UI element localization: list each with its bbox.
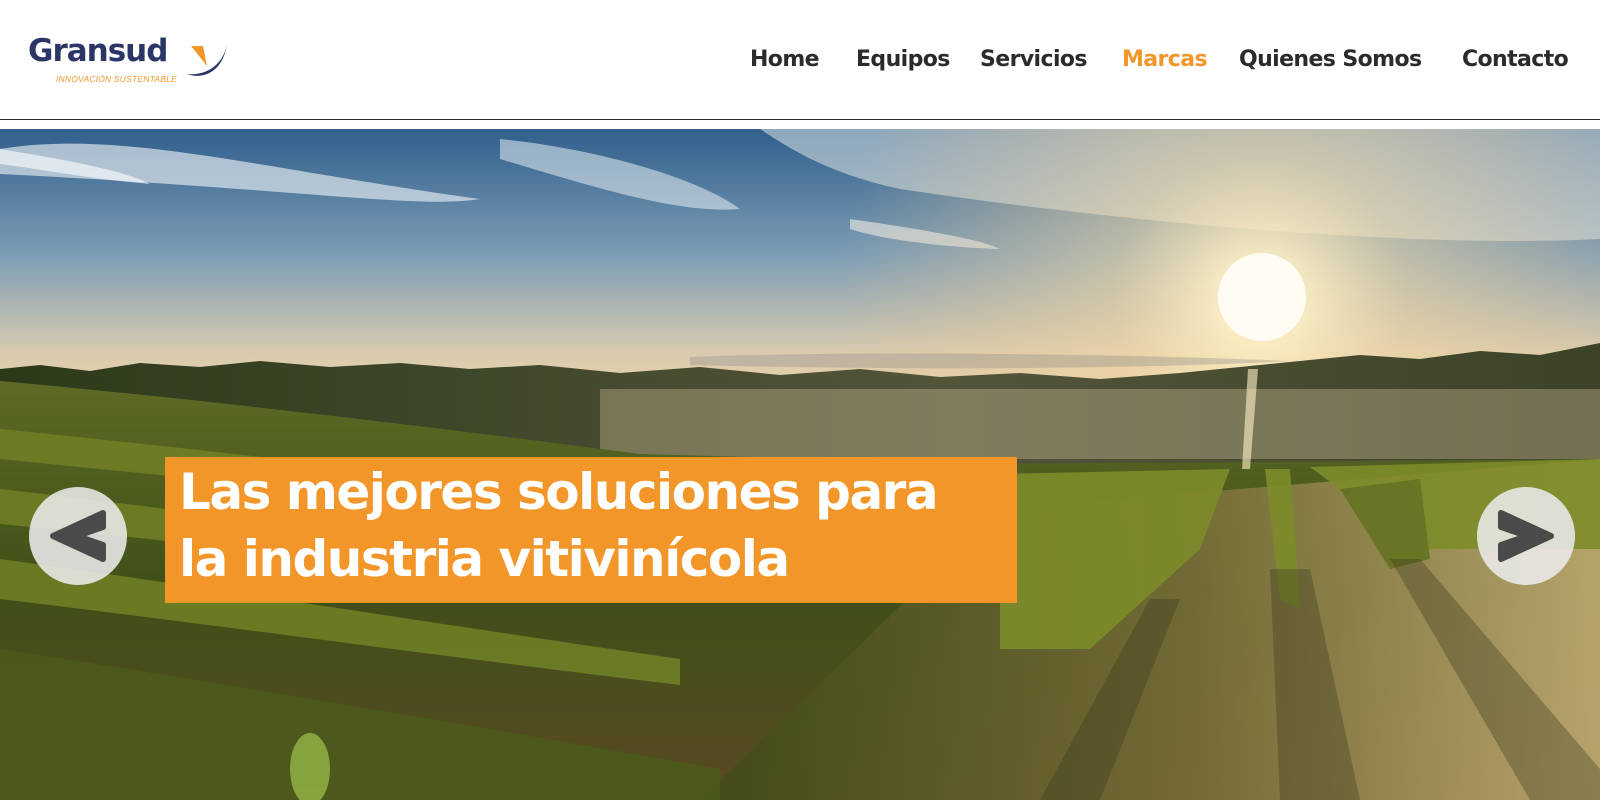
nav-item-equipos[interactable]: Equipos <box>856 42 950 78</box>
hero-headline-line-1: Las mejores soluciones para <box>179 463 939 521</box>
chevron-right-icon <box>1498 510 1554 562</box>
nav-item-contacto[interactable]: Contacto <box>1462 42 1569 78</box>
slider-next-button[interactable] <box>1477 487 1575 585</box>
hero-slider: Las mejores soluciones para la industria… <box>0 129 1600 800</box>
chevron-left-icon <box>50 510 106 562</box>
nav-item-quienes-somos[interactable]: Quienes Somos <box>1239 42 1422 78</box>
main-nav: Home Equipos Servicios Marcas Quienes So… <box>0 42 1600 78</box>
slider-prev-button[interactable] <box>29 487 127 585</box>
hero-headline-line-2: la industria vitivinícola <box>179 530 790 588</box>
nav-item-servicios[interactable]: Servicios <box>980 42 1087 78</box>
hero-headline-box: Las mejores soluciones para la industria… <box>165 457 1017 603</box>
nav-item-home[interactable]: Home <box>750 42 820 78</box>
nav-item-marcas[interactable]: Marcas <box>1122 42 1208 78</box>
site-header: Gransud INNOVACIÓN SUSTENTABLE Home Equi… <box>0 0 1600 120</box>
